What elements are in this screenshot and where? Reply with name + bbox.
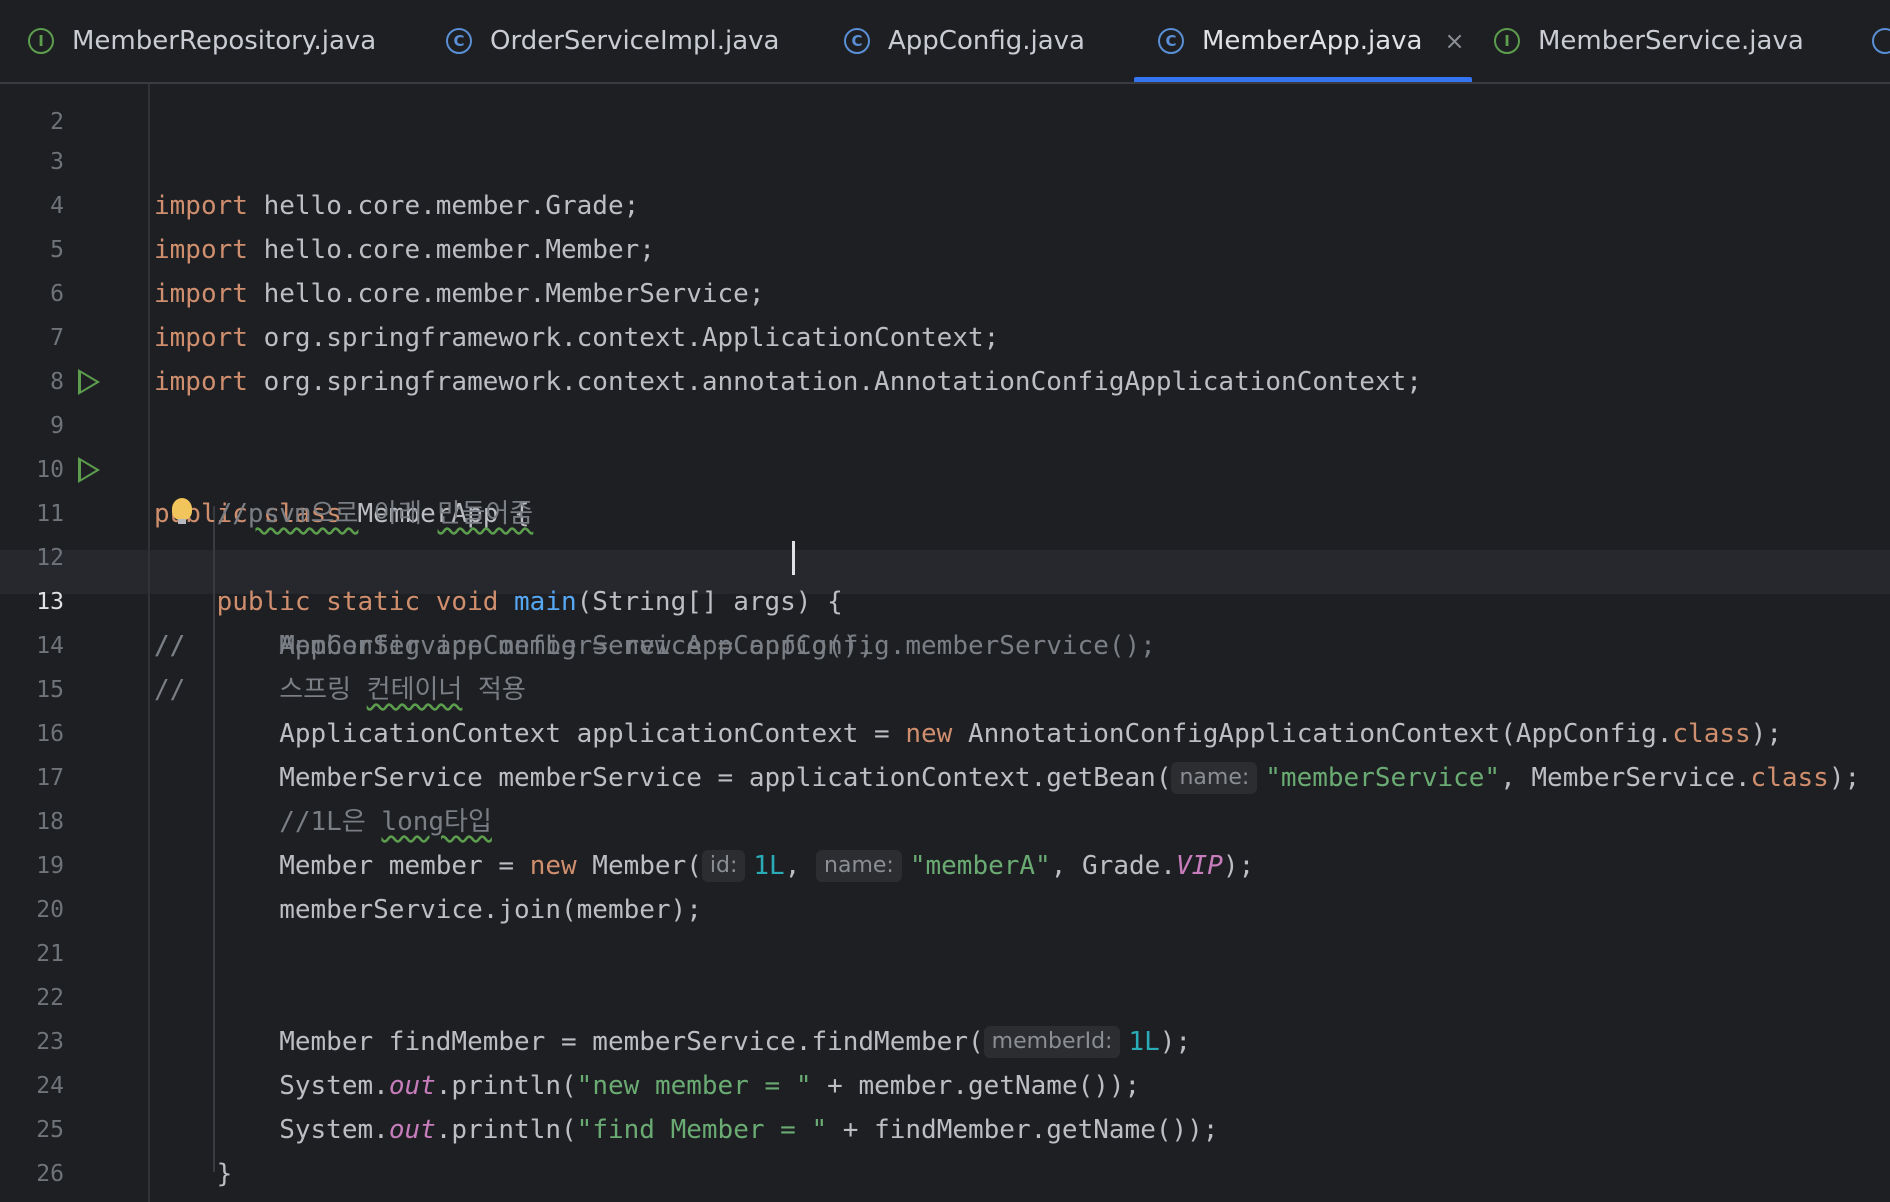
interface-icon: I [28,28,54,54]
tab-member-service[interactable]: I MemberService.java [1494,0,1804,82]
tab-app-config[interactable]: C AppConfig.java [844,0,1085,82]
code-line: 25 } [0,1064,1890,1189]
code-line: 20 [0,844,1890,923]
tab-label: OrderServiceImpl.java [490,26,780,56]
editor-tab-bar: I MemberRepository.java C OrderServiceIm… [0,0,1890,84]
code-line: 6 import org.springframework.context.App… [0,228,1890,353]
code-line: 19 memberService.join(member); [0,800,1890,925]
code-line: 10 //psvm으로 아래 만들어줌 [0,404,1890,529]
code-line: 9 public class MemberApp { [0,360,1890,529]
code-editor[interactable]: 2 3 import hello.core.member.Grade; 4 im… [0,84,1890,1202]
code-line-current: 13 // MemberService memberService = appC… [0,536,1890,661]
code-line: 22 Member findMember = memberService.fin… [0,932,1890,1058]
code-line: 23 System.out.println("new member = " + … [0,976,1890,1101]
code-line: 12 // AppConfig appConfig = new AppConfi… [0,492,1890,661]
code-line: 7 import org.springframework.context.ann… [0,272,1890,397]
code-line: 17 //1L은 long타입 [0,712,1890,837]
code-line: 3 import hello.core.member.Grade; [0,96,1890,221]
interface-icon: I [1494,28,1520,54]
code-line: 14 // 스프링 컨테이너 적용 [0,580,1890,705]
code-line: 8 [0,316,1890,395]
tab-label: MemberService.java [1538,26,1804,56]
code-line: 27 [0,1152,1890,1196]
code-line: 4 import hello.core.member.Member; [0,140,1890,265]
line-number: 27 [0,1196,64,1202]
text-cursor [792,541,795,575]
class-icon [1872,28,1890,54]
tab-label: MemberApp.java [1202,26,1423,56]
code-line: 16 MemberService memberService = applica… [0,668,1890,794]
active-tab-indicator [1134,77,1472,82]
code-line: 18 Member member = new Member(id: 1L, nam… [0,756,1890,882]
tab-order-service-impl[interactable]: C OrderServiceImpl.java [446,0,779,82]
tab-overflow[interactable] [1872,0,1890,82]
class-icon: C [1158,28,1184,54]
tab-label: AppConfig.java [888,26,1085,56]
close-tab-icon[interactable]: × [1444,27,1464,55]
class-icon: C [844,28,870,54]
code-line: 15 ApplicationContext applicationContext… [0,624,1890,749]
tab-label: MemberRepository.java [72,26,377,56]
run-main-icon[interactable] [78,457,100,483]
code-line: 21 [0,888,1890,967]
code-line: 11 public static void main(String[] args… [0,448,1890,617]
class-icon: C [446,28,472,54]
lightbulb-icon[interactable] [172,498,192,524]
run-class-icon[interactable] [78,369,100,395]
tab-member-repository[interactable]: I MemberRepository.java [28,0,376,82]
tab-member-app[interactable]: C MemberApp.java × [1158,0,1465,82]
code-line: 24 System.out.println("find Member = " +… [0,1020,1890,1145]
code-line: 26 } [0,1108,1890,1187]
code-line: 5 import hello.core.member.MemberService… [0,184,1890,309]
